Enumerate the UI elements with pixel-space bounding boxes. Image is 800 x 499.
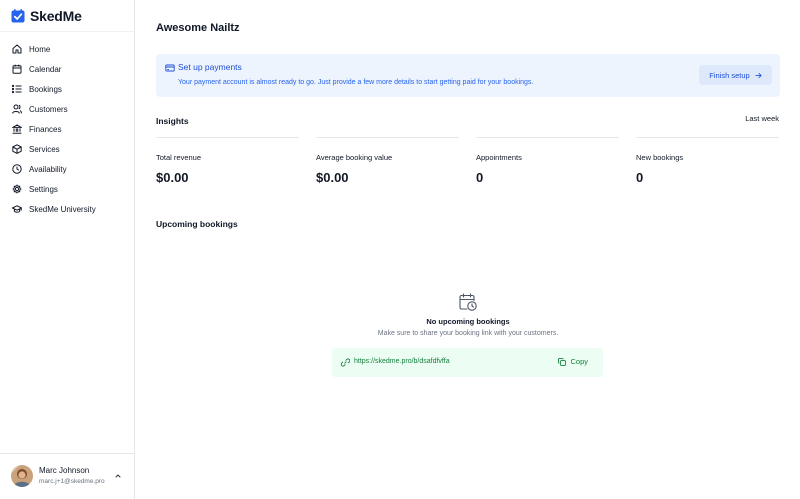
divider [476,137,619,138]
brand[interactable]: SkedMe [11,8,82,24]
upcoming-bookings-title: Upcoming bookings [156,219,238,229]
sidebar-nav: Home Calendar Bookings Customers Finance… [0,39,134,219]
user-name: Marc Johnson [39,466,90,475]
avatar [11,465,33,487]
sidebar-item-skedme-university[interactable]: SkedMe University [0,199,134,219]
sidebar-item-settings[interactable]: Settings [0,179,134,199]
arrow-right-icon [755,72,762,78]
stat-total-revenue: Total revenue $0.00 [156,137,299,185]
sidebar-item-services[interactable]: Services [0,139,134,159]
stat-value: $0.00 [156,170,189,185]
stat-label: Average booking value [316,153,393,162]
users-icon [12,104,22,114]
stat-average-booking-value: Average booking value $0.00 [316,137,459,185]
stat-new-bookings: New bookings 0 [636,137,779,185]
credit-card-icon [165,64,175,72]
sidebar-item-availability[interactable]: Availability [0,159,134,179]
payments-banner: Set up payments Your payment account is … [156,54,780,97]
sidebar-item-label: SkedMe University [29,204,96,214]
copy-icon [558,357,567,366]
banner-description: Your payment account is almost ready to … [178,79,534,86]
chevron-up-icon [115,474,121,478]
finish-setup-label: Finish setup [709,70,750,80]
calendar-icon [12,64,22,74]
sidebar-item-label: Home [29,44,51,54]
brand-name: SkedMe [30,8,82,24]
stat-value: $0.00 [316,170,349,185]
stat-label: Total revenue [156,153,202,162]
divider [0,453,134,454]
sidebar-item-label: Availability [29,164,67,174]
booking-link-box: https://skedme.pro/b/dsafdfvffa Copy [332,348,603,377]
copy-label: Copy [570,357,588,366]
list-icon [12,84,22,94]
bank-icon [12,124,22,134]
graduation-cap-icon [12,205,22,213]
sidebar-item-home[interactable]: Home [0,39,134,59]
link-icon [341,358,350,367]
sidebar-item-bookings[interactable]: Bookings [0,79,134,99]
page-title: Awesome Nailtz [156,22,240,34]
booking-link[interactable]: https://skedme.pro/b/dsafdfvffa [354,358,450,365]
sidebar-item-label: Finances [29,124,62,134]
sidebar-item-finances[interactable]: Finances [0,119,134,139]
stat-label: New bookings [636,153,684,162]
period-selector[interactable]: Last week [745,114,779,123]
sidebar-item-label: Customers [29,104,68,114]
sidebar-item-label: Services [29,144,60,154]
stat-appointments: Appointments 0 [476,137,619,185]
banner-title: Set up payments [178,62,242,72]
divider [0,31,134,32]
clock-icon [12,164,22,174]
divider [156,137,299,138]
gear-icon [12,184,22,194]
copy-link-button[interactable]: Copy [558,357,588,366]
sidebar: SkedMe Home Calendar Bookings Customers … [0,0,135,499]
finish-setup-button[interactable]: Finish setup [699,65,772,85]
insights-title: Insights [156,116,189,126]
empty-state-title: No upcoming bookings [426,317,510,326]
calendar-clock-icon [459,293,477,311]
calendar-check-icon [11,9,25,23]
empty-state-description: Make sure to share your booking link wit… [377,330,559,337]
sidebar-item-label: Bookings [29,84,62,94]
box-icon [12,144,22,154]
stat-label: Appointments [476,153,522,162]
user-menu[interactable]: Marc Johnson marc.j+1@skedme.pro [11,463,127,489]
sidebar-item-calendar[interactable]: Calendar [0,59,134,79]
sidebar-item-label: Settings [29,184,58,194]
home-icon [12,44,22,54]
sidebar-item-label: Calendar [29,64,62,74]
divider [316,137,459,138]
stat-value: 0 [636,170,644,185]
divider [636,137,779,138]
sidebar-item-customers[interactable]: Customers [0,99,134,119]
stat-value: 0 [476,170,484,185]
user-email: marc.j+1@skedme.pro [39,478,105,485]
